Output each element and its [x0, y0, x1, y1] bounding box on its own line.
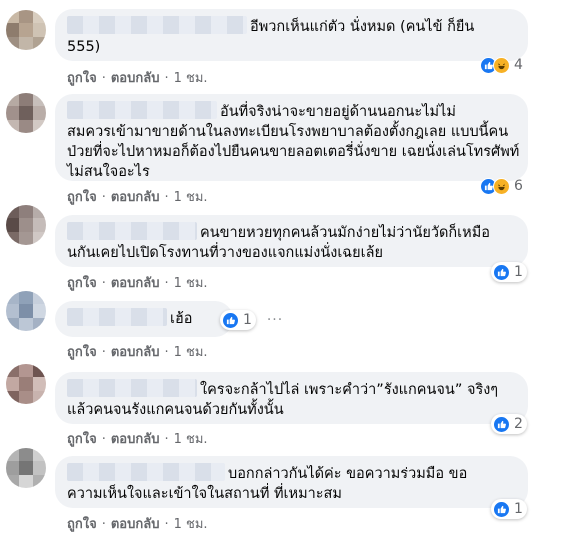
comment-text-continued: ความเห็นใจและเข้าใจในสถานที่ ที่เหมาะสม — [67, 486, 342, 502]
reply-link[interactable]: ตอบกลับ — [111, 517, 160, 532]
comment-bubble: เฮ้อ — [55, 301, 233, 337]
avatar[interactable] — [6, 364, 46, 404]
like-icon — [493, 263, 510, 281]
comment-bubble: อันที่จริงน่าจะขายอยู่ด้านนอกนะไม่ไม่ สม… — [55, 94, 528, 181]
commenter-name[interactable] — [67, 222, 197, 240]
comment-text: คนขายหวยทุกคนล้วนมักง่ายไม่ว่านัยวัดก็เห… — [200, 225, 490, 241]
timestamp[interactable]: 1 ชม. — [174, 517, 208, 532]
reaction-summary[interactable]: 1 — [491, 499, 527, 519]
avatar[interactable] — [6, 448, 46, 488]
comment-bubble: อีพวกเห็นแก่ตัว นั่งหมด (คนไข้ ก็ยืน 555… — [55, 9, 528, 61]
reaction-count: 1 — [514, 501, 523, 517]
haha-icon — [493, 177, 510, 195]
reply-link[interactable]: ตอบกลับ — [111, 71, 160, 86]
reply-link[interactable]: ตอบกลับ — [111, 432, 160, 447]
comment-text: อีพวกเห็นแก่ตัว นั่งหมด (คนไข้ ก็ยืน — [250, 19, 475, 35]
like-link[interactable]: ถูกใจ — [67, 276, 97, 291]
comment-actions: ถูกใจ · ตอบกลับ · 1 ชม. — [67, 276, 208, 291]
comment-text: ใครจะกล้าไปไล่ เพราะคำว่า”รังแกคนจน” จริ… — [200, 382, 499, 398]
commenter-name[interactable] — [67, 16, 247, 34]
timestamp[interactable]: 1 ชม. — [174, 71, 208, 86]
commenter-name[interactable] — [67, 463, 225, 481]
like-link[interactable]: ถูกใจ — [67, 517, 97, 532]
reaction-count: 2 — [514, 416, 523, 432]
reaction-count: 6 — [514, 178, 523, 194]
more-options-icon[interactable]: ··· — [265, 310, 285, 330]
like-link[interactable]: ถูกใจ — [67, 432, 97, 447]
comment-bubble: บอกกล่าวกันได้ค่ะ ขอความร่วมมือ ขอ ความเ… — [55, 456, 528, 508]
avatar[interactable] — [6, 291, 46, 331]
comment-text-continued: สมควรเข้ามาขายด้านในลงทะเบียนโรงพยาบาลต้… — [67, 124, 520, 180]
comment-text: เฮ้อ — [170, 311, 193, 327]
comment-actions: ถูกใจ · ตอบกลับ · 1 ชม. — [67, 517, 208, 532]
comment-text-continued: 555) — [67, 39, 101, 55]
haha-icon — [493, 56, 510, 74]
timestamp[interactable]: 1 ชม. — [174, 190, 208, 205]
like-icon — [493, 415, 510, 433]
timestamp[interactable]: 1 ชม. — [174, 345, 208, 360]
comment-text: บอกกล่าวกันได้ค่ะ ขอความร่วมมือ ขอ — [228, 466, 468, 482]
reply-link[interactable]: ตอบกลับ — [111, 276, 160, 291]
comment-text-continued: นกันเคยไปเปิดโรงทานที่วางของแจกแม่งนั่งเ… — [67, 245, 383, 261]
avatar[interactable] — [6, 10, 46, 50]
reaction-summary[interactable]: 4 — [478, 55, 527, 75]
comment-actions: ถูกใจ · ตอบกลับ · 1 ชม. — [67, 71, 208, 86]
like-icon — [493, 500, 510, 518]
timestamp[interactable]: 1 ชม. — [174, 276, 208, 291]
like-link[interactable]: ถูกใจ — [67, 71, 97, 86]
avatar[interactable] — [6, 205, 46, 245]
reply-link[interactable]: ตอบกลับ — [111, 345, 160, 360]
commenter-name[interactable] — [67, 101, 217, 119]
commenter-name[interactable] — [67, 379, 197, 397]
comment-actions: ถูกใจ · ตอบกลับ · 1 ชม. — [67, 345, 208, 360]
like-link[interactable]: ถูกใจ — [67, 190, 97, 205]
comment-bubble: คนขายหวยทุกคนล้วนมักง่ายไม่ว่านัยวัดก็เห… — [55, 215, 528, 267]
reaction-summary[interactable]: 6 — [478, 176, 527, 196]
reaction-count: 4 — [514, 57, 523, 73]
reaction-summary[interactable]: 1 — [491, 262, 527, 282]
comment-text-continued: แล้วคนจนรังแกคนจนด้วยกันทั้งนั้น — [67, 402, 284, 418]
reply-link[interactable]: ตอบกลับ — [111, 190, 160, 205]
reaction-summary[interactable]: 2 — [491, 414, 527, 434]
reaction-count: 1 — [514, 264, 523, 280]
like-icon — [222, 311, 239, 329]
reaction-count: 1 — [243, 312, 252, 328]
comment-text: อันที่จริงน่าจะขายอยู่ด้านนอกนะไม่ไม่ — [220, 104, 456, 120]
comment-actions: ถูกใจ · ตอบกลับ · 1 ชม. — [67, 190, 208, 205]
commenter-name[interactable] — [67, 308, 167, 326]
timestamp[interactable]: 1 ชม. — [174, 432, 208, 447]
reaction-summary[interactable]: 1 — [220, 310, 256, 330]
avatar[interactable] — [6, 93, 46, 133]
comment-actions: ถูกใจ · ตอบกลับ · 1 ชม. — [67, 432, 208, 447]
like-link[interactable]: ถูกใจ — [67, 345, 97, 360]
comment-bubble: ใครจะกล้าไปไล่ เพราะคำว่า”รังแกคนจน” จริ… — [55, 372, 528, 424]
